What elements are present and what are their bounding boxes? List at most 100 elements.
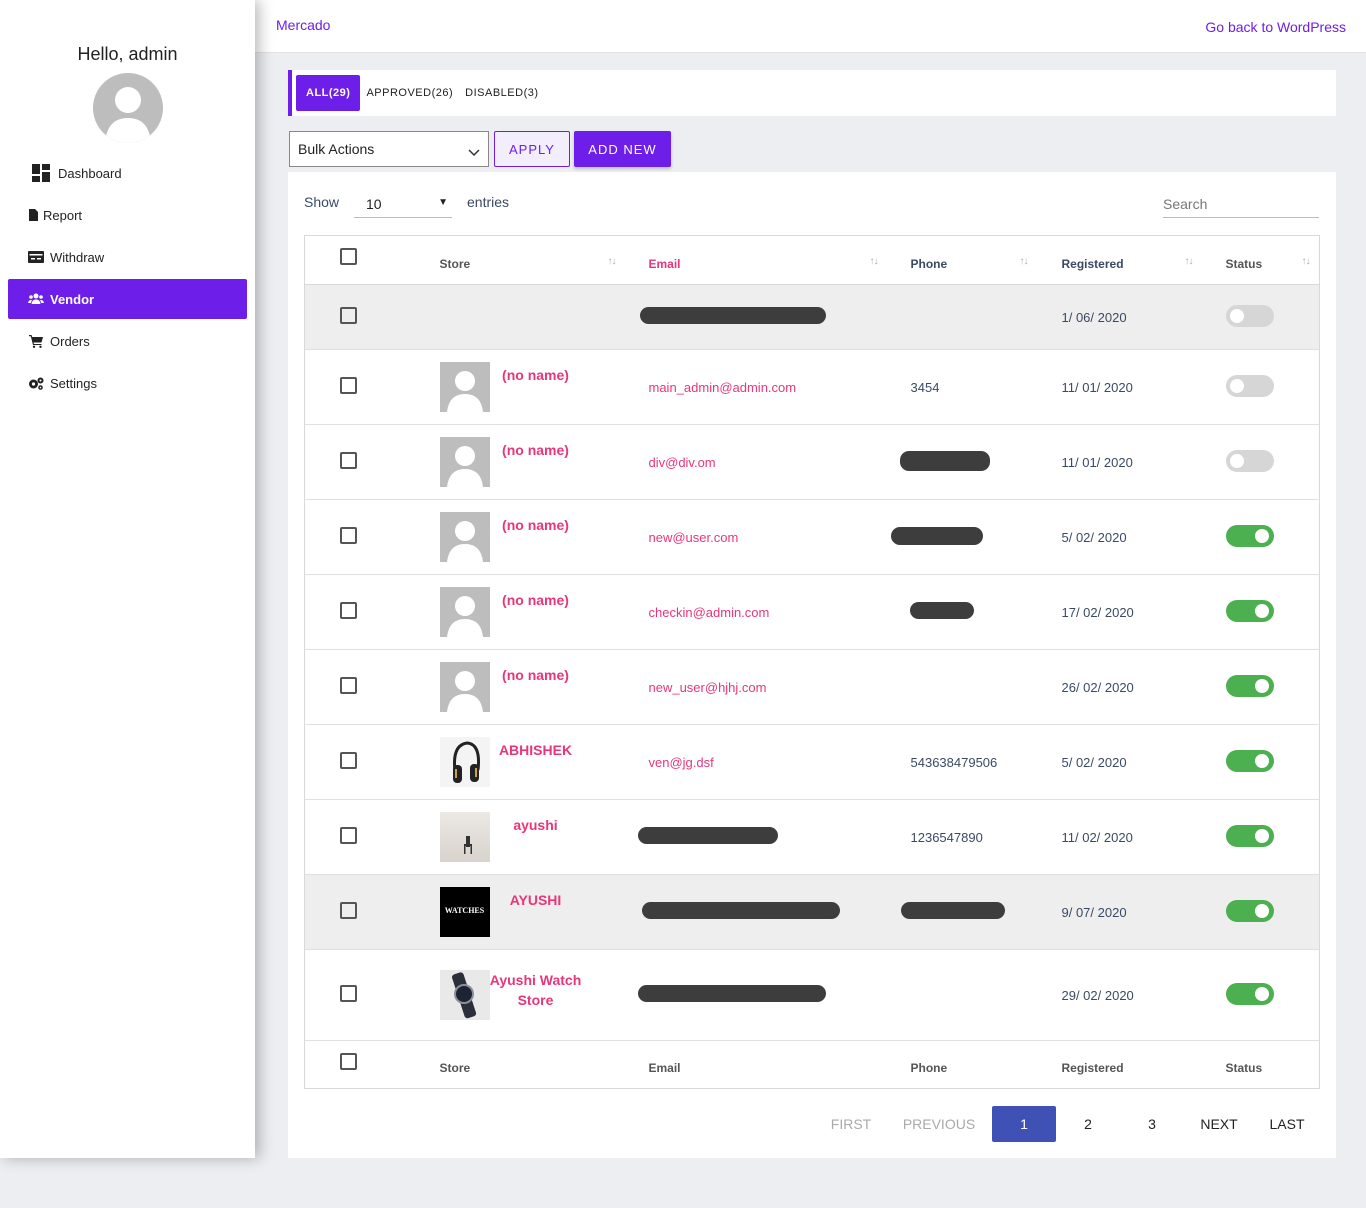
table-row[interactable]: ABHISHEK ven@jg.dsf 543638479506 5/ 02/ … <box>304 725 1320 800</box>
email-link[interactable]: div@div.om <box>649 425 911 500</box>
row-checkbox[interactable] <box>340 827 357 844</box>
entries-per-page-select[interactable]: 10 ▼ <box>354 190 452 218</box>
email-link[interactable]: new@user.com <box>649 500 911 575</box>
sidebar: Hello, admin Dashboard Report Withdraw V… <box>0 0 255 1158</box>
footer-header-phone: Phone <box>910 1061 948 1075</box>
pagination-next[interactable]: NEXT <box>1184 1106 1254 1142</box>
email-link[interactable]: new_user@hjhj.com <box>649 650 911 725</box>
status-toggle[interactable] <box>1225 749 1274 772</box>
entries-label: entries <box>467 194 510 210</box>
store-name-link[interactable]: Ayushi Watch Store <box>490 970 582 1010</box>
status-toggle[interactable] <box>1225 374 1274 397</box>
search-input[interactable] <box>1163 190 1319 218</box>
row-checkbox[interactable] <box>340 602 357 619</box>
store-name-link[interactable]: (no name) <box>490 665 582 685</box>
status-toggle[interactable] <box>1225 982 1274 1005</box>
sidebar-item-orders[interactable]: Orders <box>8 321 247 361</box>
email-link[interactable]: main_admin@admin.com <box>649 350 911 425</box>
column-header-registered[interactable]: Registered ↑↓ <box>1062 236 1226 285</box>
pagination-previous[interactable]: PREVIOUS <box>886 1106 992 1142</box>
select-all-checkbox[interactable] <box>340 248 357 265</box>
vendor-filter-tabs: ALL(29) APPROVED(26) DISABLED(3) <box>288 70 1336 116</box>
pagination-page-2[interactable]: 2 <box>1056 1106 1120 1142</box>
pagination-first[interactable]: FIRST <box>816 1106 886 1142</box>
row-checkbox[interactable] <box>340 452 357 469</box>
row-checkbox[interactable] <box>340 527 357 544</box>
registered-date: 11/ 02/ 2020 <box>1061 829 1133 845</box>
status-toggle[interactable] <box>1225 524 1274 547</box>
table-row[interactable]: Ayushi Watch Store 29/ 02/ 2020 <box>304 950 1320 1041</box>
status-toggle[interactable] <box>1225 674 1274 697</box>
sidebar-item-settings[interactable]: Settings <box>8 363 247 403</box>
pagination-page-1[interactable]: 1 <box>992 1106 1056 1142</box>
row-checkbox[interactable] <box>340 752 357 769</box>
footer-header-registered: Registered <box>1061 1061 1124 1075</box>
column-header-phone[interactable]: Phone ↑↓ <box>911 236 1062 285</box>
bulk-actions-select[interactable]: Bulk Actions <box>289 131 489 167</box>
select-all-checkbox-footer[interactable] <box>340 1053 357 1070</box>
email-link[interactable]: checkin@admin.com <box>649 575 911 650</box>
table-row[interactable]: (no name) new@user.com 5/ 02/ 2020 <box>304 500 1320 575</box>
row-checkbox[interactable] <box>340 307 357 324</box>
row-checkbox[interactable] <box>340 902 357 919</box>
file-icon <box>28 207 38 223</box>
status-toggle[interactable] <box>1225 304 1274 327</box>
brand-link[interactable]: Mercado <box>276 17 330 33</box>
store-name-link[interactable]: (no name) <box>490 515 582 535</box>
redacted-email <box>637 985 826 1002</box>
column-header-status[interactable]: Status ↑↓ <box>1226 236 1320 285</box>
apply-button[interactable]: APPLY <box>494 131 570 167</box>
store-name-link[interactable]: (no name) <box>490 590 582 610</box>
tab-disabled[interactable]: DISABLED(3) <box>459 75 544 111</box>
registered-date: 5/ 02/ 2020 <box>1061 529 1127 545</box>
row-checkbox[interactable] <box>340 377 357 394</box>
tab-all[interactable]: ALL(29) <box>296 75 361 111</box>
registered-date: 17/ 02/ 2020 <box>1061 604 1134 620</box>
table-row[interactable]: WATCHES AYUSHI 9/ 07/ 2020 <box>304 874 1320 950</box>
table-row[interactable]: (no name) new_user@hjhj.com 26/ 02/ 2020 <box>304 650 1320 725</box>
money-icon <box>28 249 44 265</box>
row-checkbox[interactable] <box>340 677 357 694</box>
status-toggle[interactable] <box>1225 824 1274 847</box>
store-name-link[interactable]: ayushi <box>490 815 582 835</box>
column-header-store[interactable]: Store ↑↓ <box>440 236 649 285</box>
table-header-row: Store ↑↓ Email ↑↓ Phone ↑↓ Registered ↑↓ Sta… <box>304 236 1320 285</box>
sort-icon: ↑↓ <box>869 256 879 267</box>
pagination-last[interactable]: LAST <box>1254 1106 1320 1142</box>
store-avatar-placeholder <box>439 437 490 487</box>
sidebar-item-report[interactable]: Report <box>8 195 247 235</box>
table-footer-row: Store Email Phone Registered Status <box>305 1041 1320 1089</box>
footer-header-store: Store <box>439 1061 471 1075</box>
column-header-email[interactable]: Email ↑↓ <box>649 236 911 285</box>
footer-header-email: Email <box>648 1061 681 1075</box>
status-toggle[interactable] <box>1225 599 1274 622</box>
registered-date: 5/ 02/ 2020 <box>1061 754 1127 770</box>
store-name-link[interactable]: (no name) <box>490 440 582 460</box>
pagination-page-3[interactable]: 3 <box>1120 1106 1184 1142</box>
phone-number: 543638479506 <box>910 754 998 770</box>
tab-approved[interactable]: APPROVED(26) <box>360 75 459 111</box>
email-link[interactable]: ven@jg.dsf <box>649 725 911 800</box>
store-name-link[interactable]: (no name) <box>490 365 582 385</box>
sidebar-item-dashboard[interactable]: Dashboard <box>8 153 247 193</box>
row-checkbox[interactable] <box>340 985 357 1002</box>
store-name-link[interactable]: AYUSHI <box>490 890 582 910</box>
table-row[interactable]: 1/ 06/ 2020 <box>304 284 1320 350</box>
table-row[interactable]: ayushi 1236547890 11/ 02/ 2020 <box>304 800 1320 875</box>
top-header: Mercado Go back to WordPress <box>255 0 1366 53</box>
add-new-button[interactable]: ADD NEW <box>574 131 671 167</box>
cart-icon <box>28 333 44 349</box>
table-row[interactable]: (no name) div@div.om 11/ 01/ 2020 <box>304 425 1320 500</box>
status-toggle[interactable] <box>1225 449 1274 472</box>
table-row[interactable]: (no name) checkin@admin.com 17/ 02/ 2020 <box>304 575 1320 650</box>
sidebar-item-vendor[interactable]: Vendor <box>8 279 247 319</box>
dashboard-icon <box>31 163 51 183</box>
sidebar-item-withdraw[interactable]: Withdraw <box>8 237 247 277</box>
store-name-link[interactable]: ABHISHEK <box>490 740 582 760</box>
status-toggle[interactable] <box>1225 899 1274 922</box>
show-label: Show <box>304 194 340 210</box>
vendors-table: Store ↑↓ Email ↑↓ Phone ↑↓ Registered ↑↓ Sta… <box>304 235 1320 1089</box>
table-row[interactable]: (no name) main_admin@admin.com 3454 11/ … <box>304 350 1320 425</box>
store-logo-watches: WATCHES <box>439 887 490 937</box>
go-back-wordpress-link[interactable]: Go back to WordPress <box>1205 19 1346 35</box>
